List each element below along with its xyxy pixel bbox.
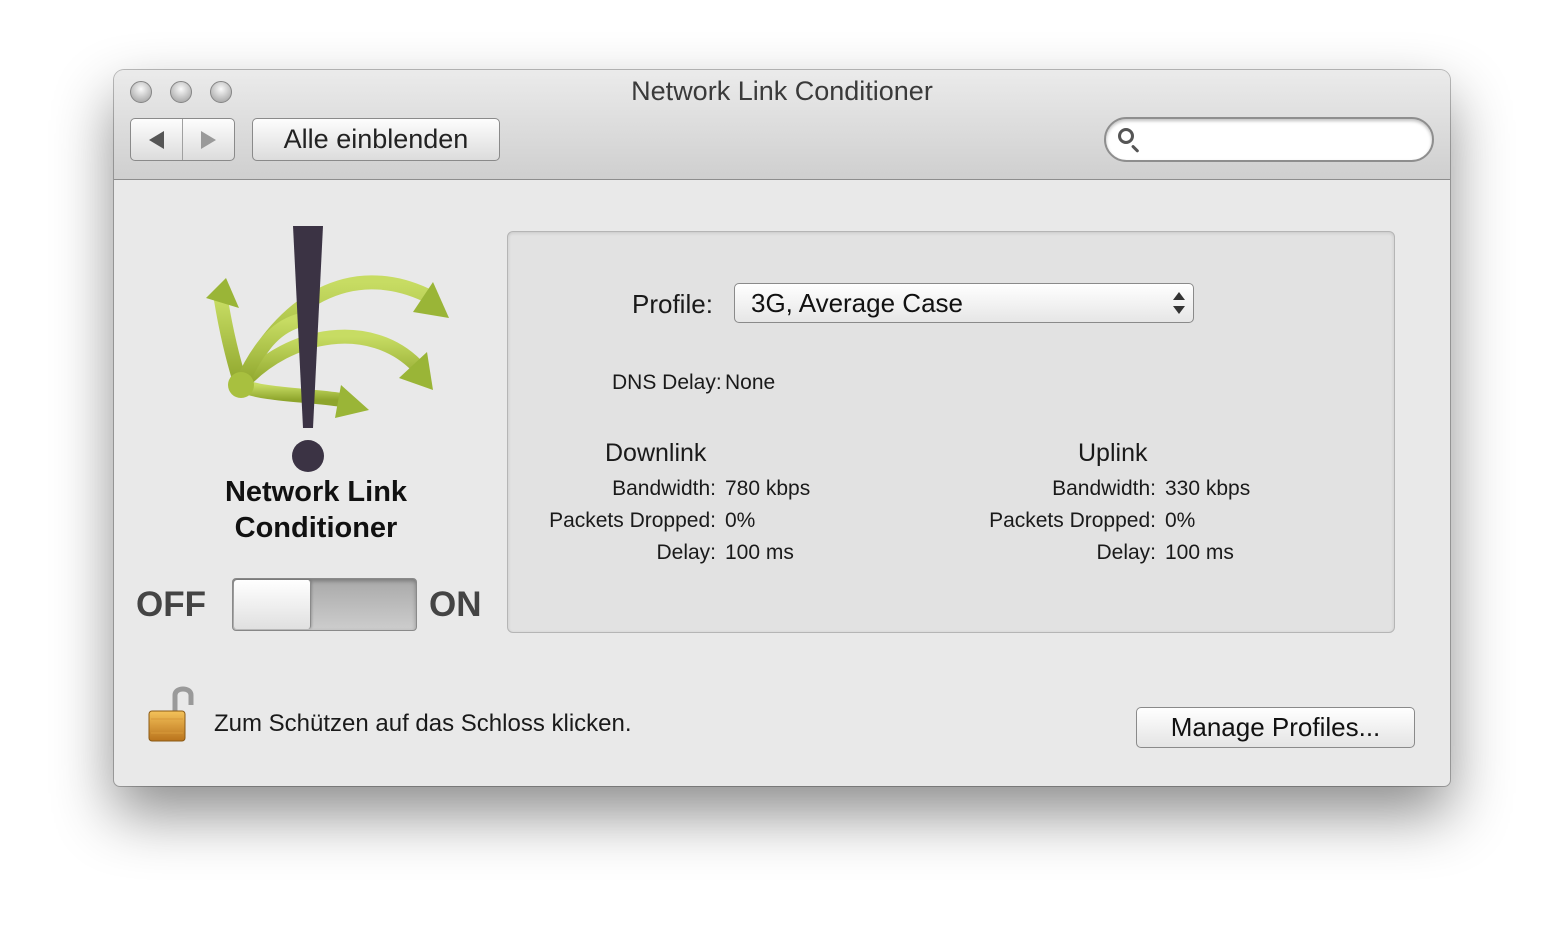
navigation-segmented-control <box>130 118 235 161</box>
search-field[interactable] <box>1104 117 1434 162</box>
profile-label: Profile: <box>632 289 713 319</box>
show-all-button[interactable]: Alle einblenden <box>252 118 500 161</box>
forward-button[interactable] <box>182 119 234 160</box>
profile-selected-value: 3G, Average Case <box>751 288 963 318</box>
search-input[interactable] <box>1146 125 1420 155</box>
switch-knob[interactable] <box>234 580 311 629</box>
downlink-heading: Downlink <box>605 439 707 467</box>
app-name-line1: Network Link <box>224 476 408 508</box>
dns-delay-label: DNS Delay: <box>612 371 722 394</box>
settings-panel: Profile: 3G, Average Case DNS Delay: Non… <box>507 231 1395 633</box>
manage-profiles-button[interactable]: Manage Profiles... <box>1136 707 1415 748</box>
lock-hint-text: Zum Schützen auf das Schloss klicken. <box>214 710 632 737</box>
preferences-window: Network Link Conditioner Alle einblenden <box>114 70 1450 786</box>
uplink-delay-value: 100 ms <box>1165 541 1234 564</box>
on-off-switch[interactable] <box>232 578 417 631</box>
chevron-right-icon <box>201 130 216 149</box>
uplink-delay-label: Delay: <box>1096 541 1156 564</box>
downlink-delay-value: 100 ms <box>725 541 794 564</box>
window-title: Network Link Conditioner <box>631 76 933 106</box>
switch-off-label: OFF <box>136 585 206 624</box>
app-name-line2: Conditioner <box>234 512 398 544</box>
downlink-delay-label: Delay: <box>656 541 716 564</box>
app-name: Network Link Conditioner <box>174 474 458 546</box>
downlink-packets-value: 0% <box>725 509 756 532</box>
chevron-left-icon <box>149 130 164 149</box>
updown-arrows-icon <box>1173 292 1185 316</box>
padlock-open-icon[interactable] <box>147 683 195 743</box>
uplink-bandwidth-value: 330 kbps <box>1165 477 1251 500</box>
uplink-packets-value: 0% <box>1165 509 1196 532</box>
titlebar: Network Link Conditioner Alle einblenden <box>114 70 1450 180</box>
search-icon <box>1118 128 1134 144</box>
uplink-packets-label: Packets Dropped: <box>989 509 1156 532</box>
uplink-heading: Uplink <box>1078 439 1148 467</box>
dns-delay-value: None <box>725 371 776 394</box>
network-link-conditioner-logo <box>206 226 449 472</box>
back-button[interactable] <box>131 119 182 160</box>
uplink-bandwidth-label: Bandwidth: <box>1052 477 1156 500</box>
profile-popup[interactable]: 3G, Average Case <box>734 283 1194 323</box>
switch-on-label: ON <box>429 585 482 624</box>
downlink-bandwidth-label: Bandwidth: <box>612 477 716 500</box>
downlink-packets-label: Packets Dropped: <box>549 509 716 532</box>
downlink-bandwidth-value: 780 kbps <box>725 477 811 500</box>
